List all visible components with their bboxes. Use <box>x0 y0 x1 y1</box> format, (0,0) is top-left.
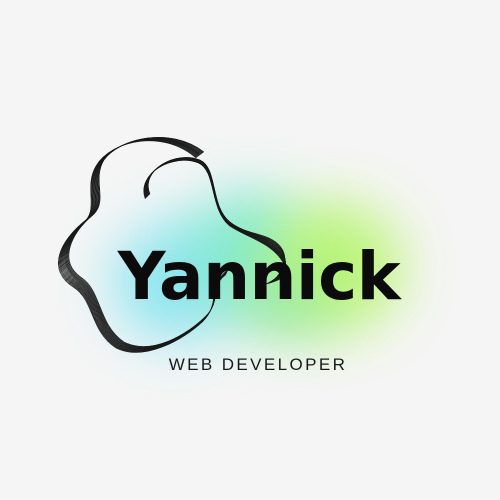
logo-name: Yannick <box>117 238 401 315</box>
logo-tagline: WEB DEVELOPER <box>168 355 348 374</box>
logo-canvas: Yannick WEB DEVELOPER <box>0 0 500 500</box>
